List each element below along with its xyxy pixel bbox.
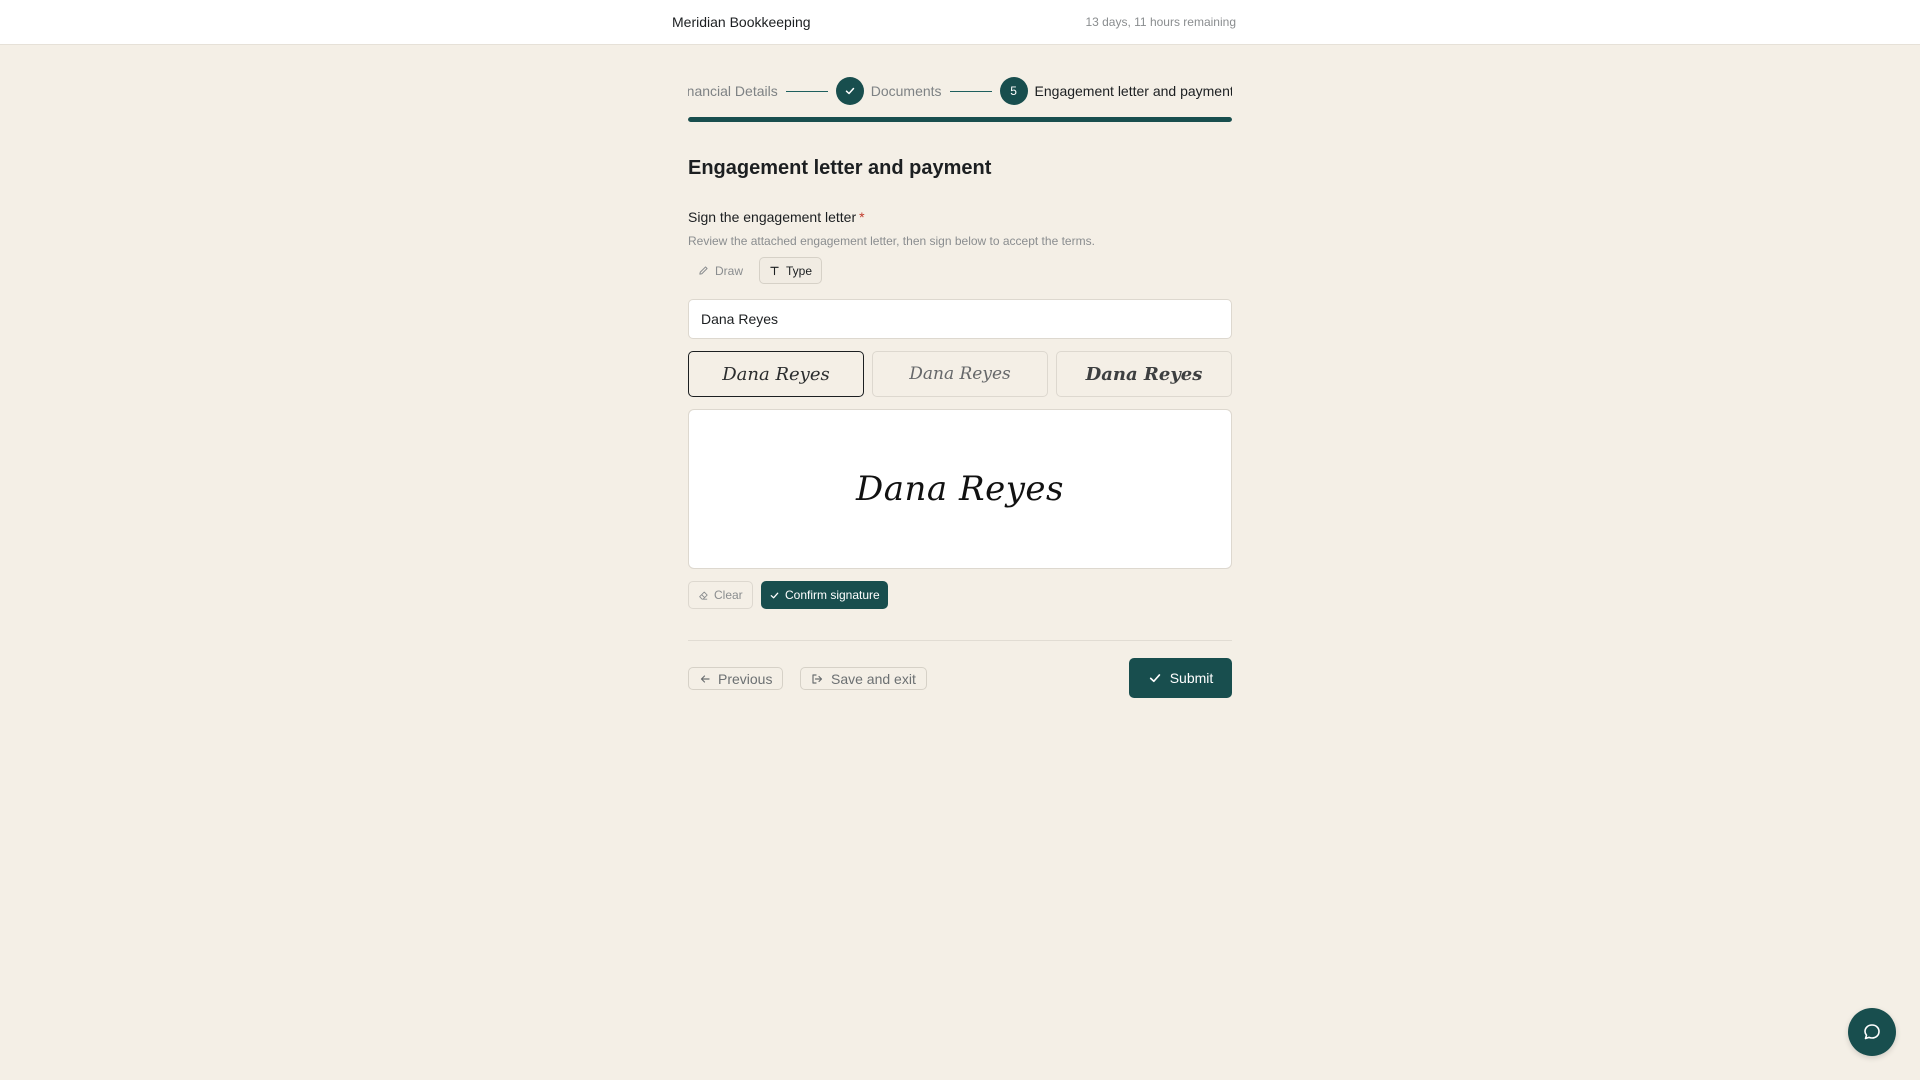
- divider: [688, 640, 1232, 641]
- progress-fill: [688, 117, 1232, 122]
- check-icon: [835, 77, 864, 105]
- required-marker: *: [859, 209, 865, 225]
- save-and-exit-button[interactable]: Save and exit: [800, 667, 927, 690]
- confirm-signature-label: Confirm signature: [785, 588, 880, 602]
- previous-button-label: Previous: [718, 670, 773, 687]
- progress-bar: [688, 117, 1232, 122]
- draw-tab-label: Draw: [715, 263, 744, 278]
- step-number: 5: [999, 77, 1028, 105]
- stepper: Financial Details Documents 5 Engagement…: [688, 76, 1232, 106]
- submit-button-label: Submit: [1169, 670, 1214, 686]
- signature-style-option[interactable]: Dana Reyes: [872, 351, 1048, 397]
- arrow-left-icon: [699, 673, 711, 685]
- signature-label-text: Sign the engagement letter: [688, 209, 857, 225]
- time-remaining: 13 days, 11 hours remaining: [1085, 15, 1236, 29]
- clear-button[interactable]: Clear: [688, 581, 753, 609]
- signature-mode-tabs: Draw Type: [688, 257, 823, 284]
- signature-name-input[interactable]: [688, 299, 1232, 339]
- type-tab[interactable]: Type: [759, 257, 823, 284]
- signature-help-text: Review the attached engagement letter, t…: [688, 234, 1095, 248]
- eraser-icon: [698, 590, 709, 601]
- brand-name: Meridian Bookkeeping: [672, 14, 811, 30]
- draw-tab[interactable]: Draw: [688, 257, 753, 284]
- chat-bubble-icon: [1862, 1022, 1882, 1042]
- clear-button-label: Clear: [714, 588, 743, 602]
- signature-style-option[interactable]: Dana Reyes: [688, 351, 864, 397]
- step-connector: [949, 90, 992, 92]
- save-and-exit-label: Save and exit: [831, 670, 916, 687]
- signature-style-option[interactable]: Dana Reyes: [1056, 351, 1232, 397]
- confirm-signature-button[interactable]: Confirm signature: [761, 581, 888, 609]
- exit-icon: [811, 673, 824, 685]
- top-bar: Meridian Bookkeeping 13 days, 11 hours r…: [0, 0, 1920, 45]
- signature-style-options: Dana Reyes Dana Reyes Dana Reyes: [688, 351, 1232, 397]
- check-icon: [769, 590, 780, 601]
- text-type-icon: [769, 265, 780, 276]
- step-documents[interactable]: Documents: [871, 83, 942, 99]
- signature-pad[interactable]: Dana Reyes: [688, 409, 1232, 569]
- type-tab-label: Type: [786, 263, 813, 278]
- signature-field-label: Sign the engagement letter *: [688, 209, 865, 225]
- pencil-icon: [698, 265, 709, 276]
- step-connector: [785, 90, 828, 92]
- step-financial-details[interactable]: Financial Details: [688, 83, 778, 99]
- check-icon: [1148, 671, 1162, 685]
- submit-button[interactable]: Submit: [1129, 658, 1232, 698]
- signature-preview: Dana Reyes: [855, 469, 1064, 509]
- previous-button[interactable]: Previous: [688, 667, 784, 690]
- chat-button[interactable]: [1848, 1008, 1896, 1056]
- step-engagement-letter[interactable]: Engagement letter and payment: [1035, 83, 1232, 99]
- page-title: Engagement letter and payment: [688, 157, 992, 179]
